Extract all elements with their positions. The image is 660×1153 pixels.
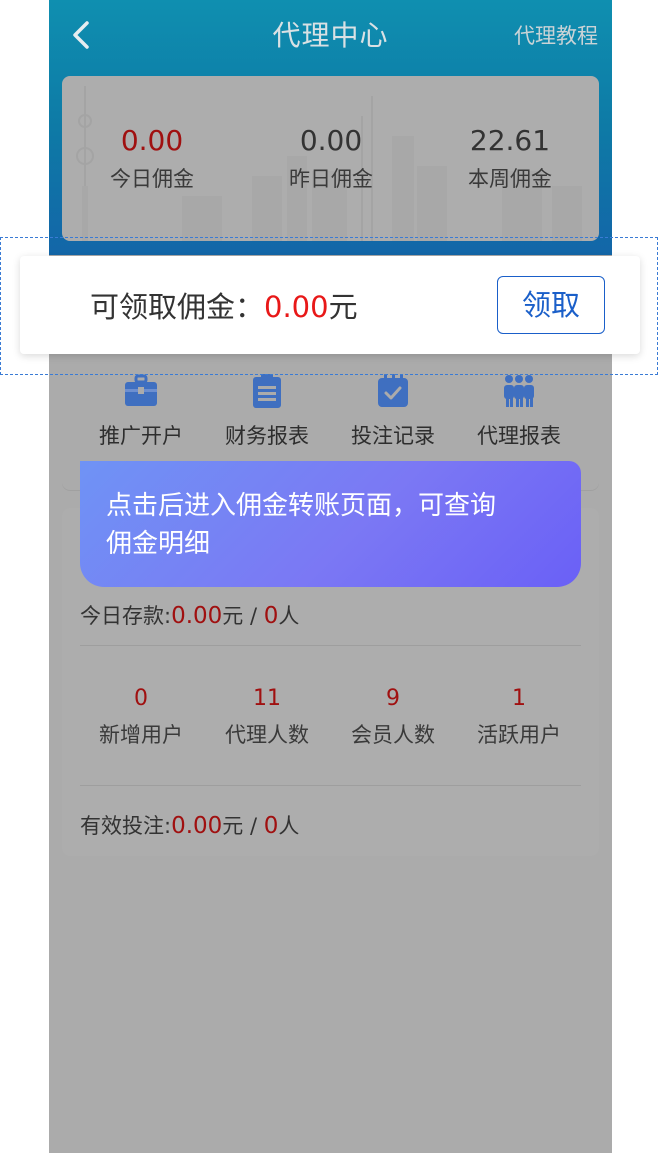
valid-bets-row: 有效投注:0.00元 / 0人 <box>80 810 299 840</box>
document-list-icon <box>249 374 285 408</box>
count-members: 9 会员人数 <box>330 686 456 749</box>
count-value: 0 <box>134 686 148 711</box>
count-new-users: 0 新增用户 <box>78 686 204 749</box>
count-label: 新增用户 <box>99 723 183 747</box>
stat-label: 昨日佣金 <box>289 167 373 191</box>
valid-bets-amount: 0.00 <box>171 813 223 839</box>
count-value: 9 <box>386 686 400 711</box>
deposit-count: 0 <box>263 603 279 629</box>
deposit-unit: 元 / <box>222 604 264 628</box>
stat-value: 22.61 <box>469 124 551 157</box>
menu-item-bets[interactable]: 投注记录 <box>328 374 458 450</box>
tutorial-link[interactable]: 代理教程 <box>514 20 598 50</box>
valid-bets-count: 0 <box>263 813 279 839</box>
commission-stats-card: 0.00 今日佣金 0.00 昨日佣金 22.61 本周佣金 <box>62 76 599 241</box>
count-label: 活跃用户 <box>477 723 561 747</box>
count-agents: 11 代理人数 <box>204 686 330 749</box>
count-label: 会员人数 <box>351 723 435 747</box>
divider <box>80 645 581 646</box>
claim-label: 可领取佣金： <box>90 290 265 324</box>
stat-yesterday: 0.00 昨日佣金 <box>241 124 421 193</box>
claim-amount: 0.00 <box>264 290 329 324</box>
stat-label: 本周佣金 <box>468 167 552 191</box>
claim-row: 可领取佣金：0.00元 <box>90 284 358 326</box>
count-label: 代理人数 <box>225 723 309 747</box>
count-value: 11 <box>253 686 281 711</box>
guide-tooltip: 点击后进入佣金转账页面，可查询 佣金明细 <box>80 461 581 587</box>
calendar-check-icon <box>375 374 411 408</box>
deposit-amount: 0.00 <box>171 603 223 629</box>
stat-value: 0.00 <box>120 124 184 157</box>
stat-value: 0.00 <box>299 124 363 157</box>
deposit-label: 今日存款: <box>80 604 172 628</box>
divider <box>80 785 581 786</box>
claim-unit: 元 <box>328 290 358 324</box>
valid-bets-unit: 元 / <box>222 814 264 838</box>
valid-bets-count-unit: 人 <box>278 814 300 838</box>
claim-button[interactable]: 领取 <box>497 276 605 334</box>
menu-item-label: 财务报表 <box>225 424 309 448</box>
menu-item-label: 代理报表 <box>477 424 561 448</box>
tooltip-line-1: 点击后进入佣金转账页面，可查询 <box>106 491 497 521</box>
deposit-count-unit: 人 <box>278 604 300 628</box>
deposit-row: 今日存款:0.00元 / 0人 <box>80 600 299 630</box>
menu-item-agent-report[interactable]: 代理报表 <box>454 374 584 450</box>
stat-today: 0.00 今日佣金 <box>62 124 242 193</box>
claim-commission-card: 可领取佣金：0.00元 领取 <box>20 256 640 354</box>
menu-item-label: 投注记录 <box>351 424 435 448</box>
menu-item-label: 推广开户 <box>99 424 183 448</box>
menu-item-promote[interactable]: 推广开户 <box>76 374 206 450</box>
header: 代理中心 代理教程 0.00 今日佣金 0.00 昨日佣金 22.61 本周佣金 <box>49 0 612 255</box>
stat-label: 今日佣金 <box>110 167 194 191</box>
stat-week: 22.61 本周佣金 <box>420 124 599 193</box>
briefcase-icon <box>123 374 159 408</box>
people-group-icon <box>501 374 537 408</box>
count-active-users: 1 活跃用户 <box>456 686 582 749</box>
menu-item-finance[interactable]: 财务报表 <box>202 374 332 450</box>
count-value: 1 <box>512 686 526 711</box>
valid-bets-label: 有效投注: <box>80 814 172 838</box>
tooltip-line-2: 佣金明细 <box>106 529 211 559</box>
